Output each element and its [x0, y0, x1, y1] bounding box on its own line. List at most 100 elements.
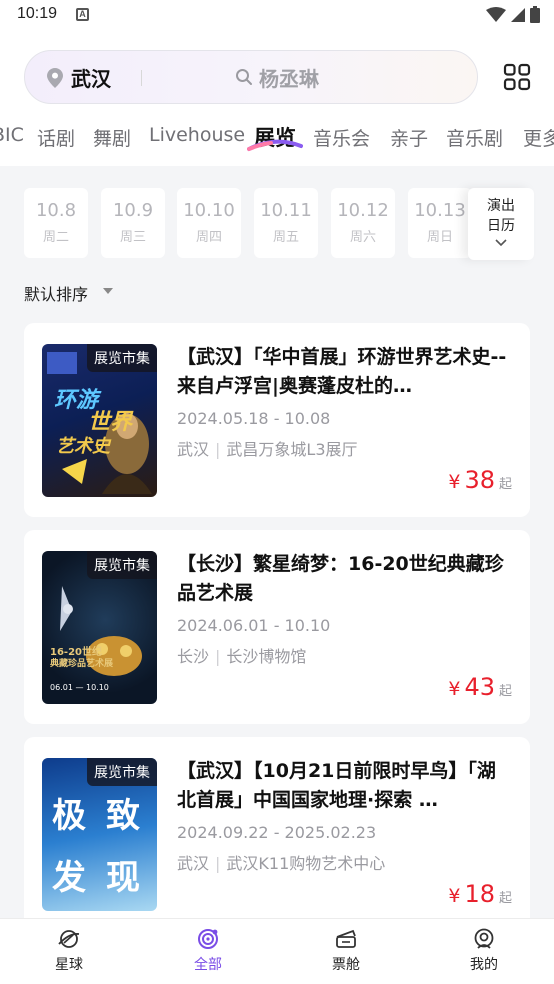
- status-bar: 10:19 A: [0, 0, 554, 32]
- event-poster[interactable]: 16-20世纪 典藏珍品艺术展 06.01 — 10.10 展览市集: [42, 551, 157, 704]
- tab-label: 票舱: [332, 957, 360, 973]
- poster-text: 现: [106, 858, 140, 898]
- search-icon[interactable]: [235, 68, 253, 86]
- date-chip[interactable]: 10.8 周二: [24, 188, 88, 258]
- currency-symbol: ¥: [448, 471, 461, 493]
- poster-text: 艺术史: [56, 436, 110, 457]
- search-row: 武汉 杨丞琳: [24, 50, 538, 104]
- date-weekday: 周六: [349, 230, 376, 245]
- event-title[interactable]: 【武汉】「华中首展」环游世界艺术史--来自卢浮宫|奥赛蓬皮杜的…: [177, 343, 512, 401]
- tab-ticket[interactable]: 票舱: [306, 927, 386, 974]
- date-day: 10.13: [414, 200, 466, 221]
- date-chip[interactable]: 10.9 周三: [101, 188, 165, 258]
- category-tab[interactable]: 更多: [523, 124, 554, 151]
- date-chip[interactable]: 10.12 周六: [331, 188, 395, 258]
- grid-menu-icon[interactable]: [503, 63, 531, 91]
- city-selector[interactable]: 武汉: [71, 63, 111, 92]
- date-day: 10.8: [35, 200, 77, 221]
- search-divider: [141, 70, 142, 86]
- sort-dropdown[interactable]: 默认排序: [24, 281, 88, 305]
- price-suffix: 起: [498, 477, 512, 492]
- event-dates: 2024.06.01 - 10.10: [177, 616, 331, 635]
- event-price: ¥43 起: [448, 673, 512, 701]
- date-day: 10.12: [337, 200, 389, 221]
- chevron-down-icon: [495, 239, 507, 247]
- location-pin-icon[interactable]: [47, 68, 63, 88]
- date-day: 10.9: [112, 200, 154, 221]
- signal-icon: [511, 7, 525, 22]
- date-day: 10.11: [260, 200, 312, 221]
- event-poster[interactable]: 极 致 发 现 展览市集: [42, 758, 157, 911]
- tab-profile[interactable]: 我的: [444, 927, 524, 974]
- currency-symbol: ¥: [448, 885, 461, 907]
- event-city: 武汉: [177, 854, 210, 873]
- event-venue: 长沙博物馆: [226, 647, 307, 666]
- poster-text: 极: [52, 796, 86, 836]
- date-day: 10.10: [183, 200, 235, 221]
- event-dates: 2024.09.22 - 2025.02.23: [177, 823, 377, 842]
- poster-text: 典藏珍品艺术展: [50, 659, 114, 669]
- date-weekday: 周二: [42, 230, 69, 245]
- event-city: 武汉: [177, 440, 210, 459]
- event-title[interactable]: 【武汉】【10月21日前限时早鸟】「湖北首展」中国国家地理·探索 …: [177, 757, 512, 815]
- profile-icon: [474, 928, 494, 949]
- tab-all[interactable]: 全部: [168, 927, 248, 974]
- price-suffix: 起: [498, 684, 512, 699]
- poster-text: 致: [106, 796, 140, 836]
- category-tab[interactable]: BIC: [0, 124, 24, 146]
- category-tab[interactable]: 舞剧: [93, 124, 131, 151]
- category-tag: 展览市集: [87, 344, 157, 372]
- category-tag: 展览市集: [87, 758, 157, 786]
- event-price: ¥18 起: [448, 880, 512, 908]
- event-card[interactable]: 极 致 发 现 展览市集 【武汉】【10月21日前限时早鸟】「湖北首展」中国国家…: [24, 737, 530, 931]
- event-city: 长沙: [177, 647, 210, 666]
- venue-separator: |: [215, 647, 221, 666]
- venue-separator: |: [215, 440, 221, 459]
- active-tab-indicator: [247, 139, 303, 151]
- tab-label: 星球: [55, 957, 83, 973]
- event-title[interactable]: 【长沙】繁星绮梦：16-20世纪典藏珍品艺术展: [177, 550, 512, 608]
- wifi-icon: [486, 6, 506, 22]
- price-value: 43: [464, 673, 495, 701]
- category-tag: 展览市集: [87, 551, 157, 579]
- price-value: 38: [464, 466, 495, 494]
- event-location: 武汉 | 武昌万象城L3展厅: [177, 436, 358, 460]
- poster-text: 06.01 — 10.10: [50, 683, 109, 692]
- date-weekday: 周日: [426, 230, 453, 245]
- date-weekday: 周四: [195, 230, 222, 245]
- tab-planet[interactable]: 星球: [29, 927, 109, 974]
- category-tab[interactable]: 音乐会: [313, 124, 370, 151]
- calendar-label-line2: 日历: [487, 218, 515, 234]
- event-venue: 武汉K11购物艺术中心: [226, 854, 386, 873]
- event-poster[interactable]: 环游 世界 艺术史 展览市集: [42, 344, 157, 497]
- date-chip[interactable]: 10.13 周日: [408, 188, 472, 258]
- show-calendar-button[interactable]: 演出 日历: [468, 188, 534, 260]
- battery-icon: [530, 6, 540, 23]
- date-selector: 10.8 周二 10.9 周三 10.10 周四 10.11 周五 10.12 …: [24, 188, 536, 260]
- event-card[interactable]: 16-20世纪 典藏珍品艺术展 06.01 — 10.10 展览市集 【长沙】繁…: [24, 530, 530, 724]
- date-chip[interactable]: 10.11 周五: [254, 188, 318, 258]
- event-card[interactable]: 环游 世界 艺术史 展览市集 【武汉】「华中首展」环游世界艺术史--来自卢浮宫|…: [24, 323, 530, 517]
- status-time: 10:19: [17, 5, 58, 22]
- status-icons: [486, 6, 540, 23]
- date-weekday: 周五: [272, 230, 299, 245]
- category-tab[interactable]: 亲子: [390, 124, 428, 151]
- poster-text: 发: [52, 858, 86, 898]
- tab-label: 全部: [194, 957, 222, 973]
- notification-icon: A: [76, 8, 89, 21]
- calendar-label-line1: 演出: [487, 198, 515, 214]
- planet-icon: [58, 930, 80, 948]
- caret-down-icon[interactable]: [103, 288, 113, 294]
- tab-label: 我的: [470, 957, 498, 973]
- event-venue: 武昌万象城L3展厅: [226, 440, 358, 459]
- price-value: 18: [464, 880, 495, 908]
- venue-separator: |: [215, 854, 221, 873]
- event-dates: 2024.05.18 - 10.08: [177, 409, 331, 428]
- category-tab[interactable]: 话剧: [37, 124, 75, 151]
- category-tab[interactable]: 音乐剧: [446, 124, 503, 151]
- search-bar[interactable]: 武汉 杨丞琳: [24, 50, 478, 104]
- category-tab[interactable]: Livehouse: [149, 124, 245, 146]
- ticket-icon: [336, 929, 356, 948]
- search-input[interactable]: 杨丞琳: [259, 63, 319, 92]
- date-chip[interactable]: 10.10 周四: [177, 188, 241, 258]
